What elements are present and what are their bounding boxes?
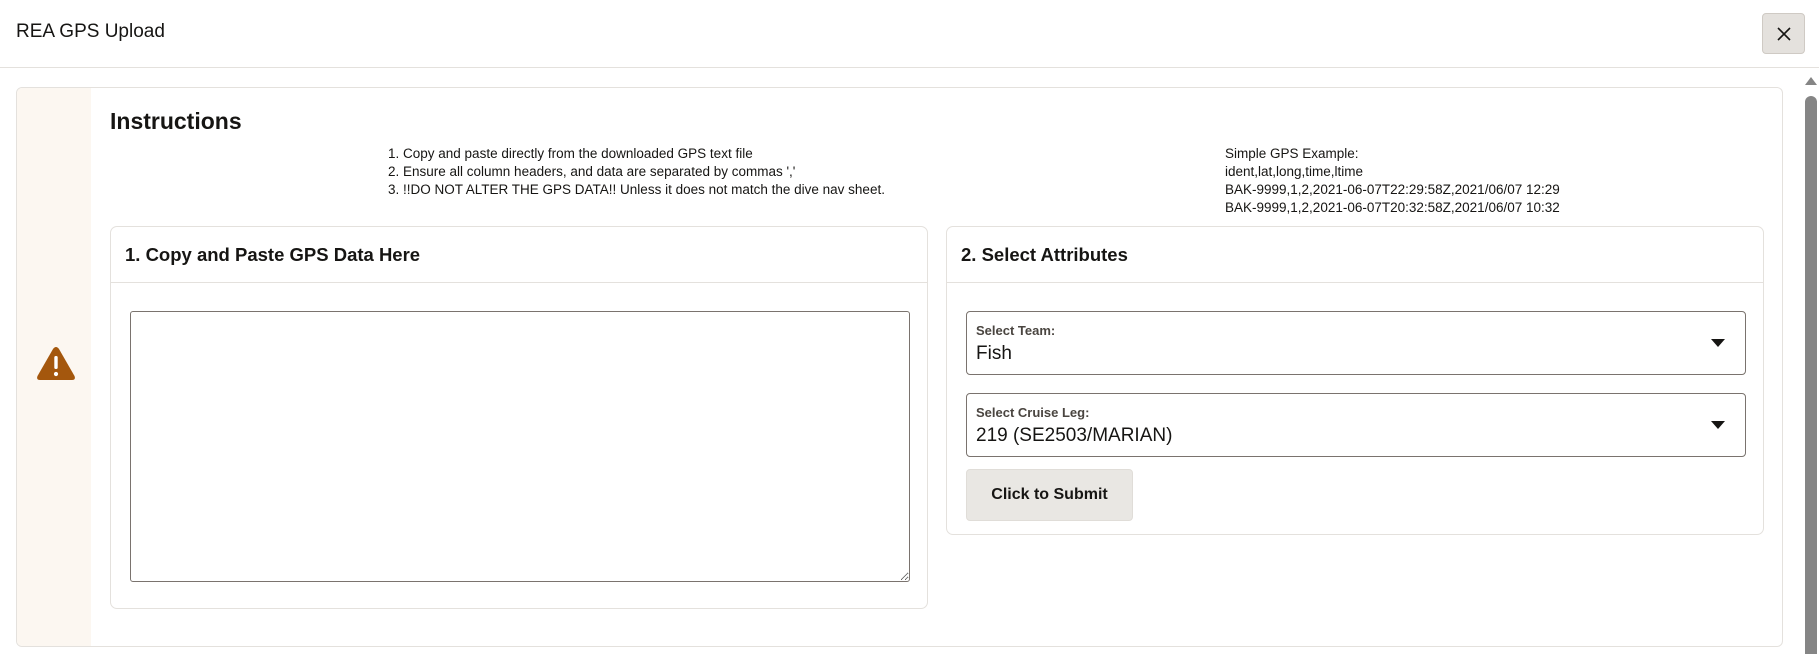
select-team-value: Fish [976,343,1012,364]
instruction-step: 1. Copy and paste directly from the down… [388,146,753,161]
vertical-scrollbar[interactable] [1803,74,1819,654]
gps-data-textarea[interactable] [130,311,910,582]
gps-example-line: BAK-9999,1,2,2021-06-07T20:32:58Z,2021/0… [1225,200,1560,215]
warning-icon [37,347,75,380]
paste-gps-card-title: 1. Copy and Paste GPS Data Here [111,227,927,283]
select-cruise-leg-dropdown[interactable]: Select Cruise Leg: 219 (SE2503/MARIAN) [966,393,1746,457]
instruction-step: 3. !!DO NOT ALTER THE GPS DATA!! Unless … [388,182,885,197]
instructions-message: Instructions 1. Copy and paste directly … [16,87,1783,647]
instruction-step: 2. Ensure all column headers, and data a… [388,164,796,179]
select-attributes-card: 2. Select Attributes Select Team: Fish S… [946,226,1764,535]
close-icon [1776,26,1791,41]
paste-gps-card: 1. Copy and Paste GPS Data Here [110,226,928,609]
scrollbar-thumb[interactable] [1805,96,1817,654]
submit-button[interactable]: Click to Submit [966,469,1133,521]
gps-example: Simple GPS Example: ident,lat,long,time,… [1225,145,1560,217]
instructions-title: Instructions [110,108,242,134]
chevron-down-icon [1711,339,1725,347]
select-team-dropdown[interactable]: Select Team: Fish [966,311,1746,375]
warning-strip [17,88,91,646]
select-attributes-card-title: 2. Select Attributes [947,227,1763,283]
gps-example-line: ident,lat,long,time,ltime [1225,164,1364,179]
gps-example-line: BAK-9999,1,2,2021-06-07T22:29:58Z,2021/0… [1225,182,1560,197]
instructions-list: 1. Copy and paste directly from the down… [388,145,885,199]
gps-example-heading: Simple GPS Example: [1225,146,1359,161]
dialog-title: REA GPS Upload [16,21,165,42]
dialog-header: REA GPS Upload [0,0,1819,68]
select-team-label: Select Team: [976,323,1056,338]
scroll-up-arrow-icon[interactable] [1804,76,1818,86]
close-button[interactable] [1762,13,1805,54]
select-cruise-leg-value: 219 (SE2503/MARIAN) [976,425,1173,446]
chevron-down-icon [1711,421,1725,429]
select-cruise-leg-label: Select Cruise Leg: [976,405,1090,420]
